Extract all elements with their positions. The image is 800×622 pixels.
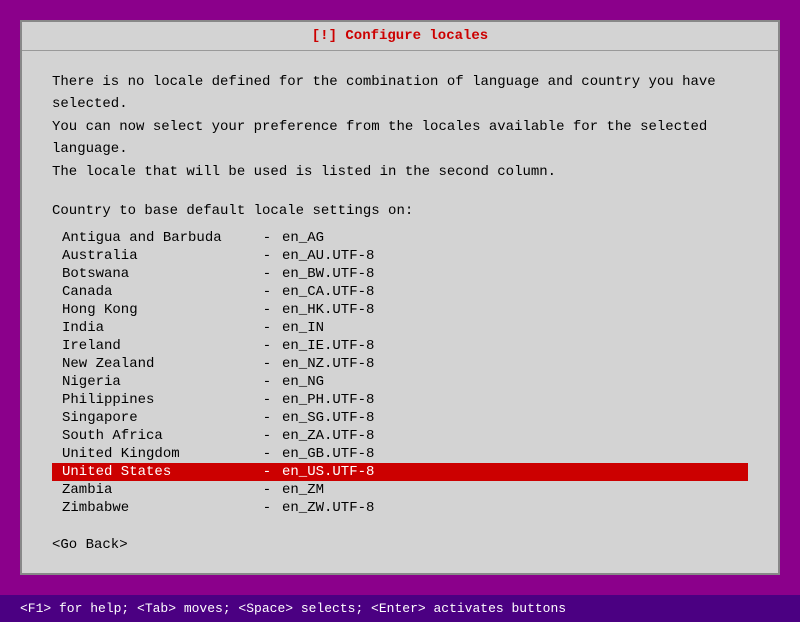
description-line1: There is no locale defined for the combi… bbox=[52, 71, 748, 116]
locale-item[interactable]: New Zealand-en_NZ.UTF-8 bbox=[52, 355, 748, 373]
locale-code: en_NG bbox=[282, 374, 402, 390]
locale-dash: - bbox=[252, 266, 282, 282]
locale-dash: - bbox=[252, 392, 282, 408]
locale-dash: - bbox=[252, 500, 282, 516]
locale-code: en_ZA.UTF-8 bbox=[282, 428, 402, 444]
main-area: [!] Configure locales There is no locale… bbox=[0, 0, 800, 595]
locale-item[interactable]: United Kingdom-en_GB.UTF-8 bbox=[52, 445, 748, 463]
locale-item[interactable]: United States-en_US.UTF-8 bbox=[52, 463, 748, 481]
locale-dash: - bbox=[252, 356, 282, 372]
locale-code: en_AG bbox=[282, 230, 402, 246]
locale-list: Antigua and Barbuda-en_AGAustralia-en_AU… bbox=[52, 229, 748, 517]
locale-name: Canada bbox=[52, 284, 252, 300]
locale-item[interactable]: Nigeria-en_NG bbox=[52, 373, 748, 391]
locale-name: Hong Kong bbox=[52, 302, 252, 318]
locale-code: en_ZM bbox=[282, 482, 402, 498]
locale-item[interactable]: Botswana-en_BW.UTF-8 bbox=[52, 265, 748, 283]
locale-dash: - bbox=[252, 410, 282, 426]
locale-dash: - bbox=[252, 338, 282, 354]
locale-item[interactable]: Canada-en_CA.UTF-8 bbox=[52, 283, 748, 301]
locale-item[interactable]: Australia-en_AU.UTF-8 bbox=[52, 247, 748, 265]
locale-name: United Kingdom bbox=[52, 446, 252, 462]
dialog-title: [!] Configure locales bbox=[312, 28, 488, 44]
locale-name: United States bbox=[52, 464, 252, 480]
go-back-button[interactable]: <Go Back> bbox=[52, 537, 748, 553]
locale-code: en_GB.UTF-8 bbox=[282, 446, 402, 462]
locale-name: Botswana bbox=[52, 266, 252, 282]
locale-item[interactable]: Philippines-en_PH.UTF-8 bbox=[52, 391, 748, 409]
description: There is no locale defined for the combi… bbox=[52, 71, 748, 183]
locale-dash: - bbox=[252, 464, 282, 480]
locale-name: Ireland bbox=[52, 338, 252, 354]
locale-name: India bbox=[52, 320, 252, 336]
locale-code: en_SG.UTF-8 bbox=[282, 410, 402, 426]
locale-dash: - bbox=[252, 428, 282, 444]
locale-code: en_CA.UTF-8 bbox=[282, 284, 402, 300]
dialog-box: [!] Configure locales There is no locale… bbox=[20, 20, 780, 575]
locale-code: en_IN bbox=[282, 320, 402, 336]
title-bar: [!] Configure locales bbox=[22, 22, 778, 51]
locale-item[interactable]: Ireland-en_IE.UTF-8 bbox=[52, 337, 748, 355]
locale-dash: - bbox=[252, 482, 282, 498]
locale-name: Antigua and Barbuda bbox=[52, 230, 252, 246]
locale-item[interactable]: Hong Kong-en_HK.UTF-8 bbox=[52, 301, 748, 319]
locale-name: Zambia bbox=[52, 482, 252, 498]
locale-item[interactable]: India-en_IN bbox=[52, 319, 748, 337]
locale-name: Nigeria bbox=[52, 374, 252, 390]
locale-item[interactable]: South Africa-en_ZA.UTF-8 bbox=[52, 427, 748, 445]
locale-dash: - bbox=[252, 320, 282, 336]
locale-item[interactable]: Singapore-en_SG.UTF-8 bbox=[52, 409, 748, 427]
locale-name: Australia bbox=[52, 248, 252, 264]
locale-code: en_BW.UTF-8 bbox=[282, 266, 402, 282]
locale-item[interactable]: Antigua and Barbuda-en_AG bbox=[52, 229, 748, 247]
status-bar: <F1> for help; <Tab> moves; <Space> sele… bbox=[0, 595, 800, 622]
locale-item[interactable]: Zimbabwe-en_ZW.UTF-8 bbox=[52, 499, 748, 517]
locale-code: en_ZW.UTF-8 bbox=[282, 500, 402, 516]
locale-name: Singapore bbox=[52, 410, 252, 426]
description-line2: You can now select your preference from … bbox=[52, 116, 748, 161]
locale-name: New Zealand bbox=[52, 356, 252, 372]
locale-dash: - bbox=[252, 302, 282, 318]
locale-code: en_PH.UTF-8 bbox=[282, 392, 402, 408]
locale-dash: - bbox=[252, 230, 282, 246]
status-text: <F1> for help; <Tab> moves; <Space> sele… bbox=[20, 601, 566, 616]
locale-dash: - bbox=[252, 248, 282, 264]
screen-wrapper: [!] Configure locales There is no locale… bbox=[0, 0, 800, 600]
description-line3: The locale that will be used is listed i… bbox=[52, 161, 748, 183]
content-area: There is no locale defined for the combi… bbox=[22, 51, 778, 573]
locale-code: en_NZ.UTF-8 bbox=[282, 356, 402, 372]
locale-name: South Africa bbox=[52, 428, 252, 444]
section-label: Country to base default locale settings … bbox=[52, 203, 748, 219]
locale-code: en_HK.UTF-8 bbox=[282, 302, 402, 318]
locale-code: en_US.UTF-8 bbox=[282, 464, 402, 480]
locale-code: en_IE.UTF-8 bbox=[282, 338, 402, 354]
locale-dash: - bbox=[252, 446, 282, 462]
locale-dash: - bbox=[252, 284, 282, 300]
locale-name: Philippines bbox=[52, 392, 252, 408]
locale-dash: - bbox=[252, 374, 282, 390]
locale-name: Zimbabwe bbox=[52, 500, 252, 516]
locale-code: en_AU.UTF-8 bbox=[282, 248, 402, 264]
locale-item[interactable]: Zambia-en_ZM bbox=[52, 481, 748, 499]
